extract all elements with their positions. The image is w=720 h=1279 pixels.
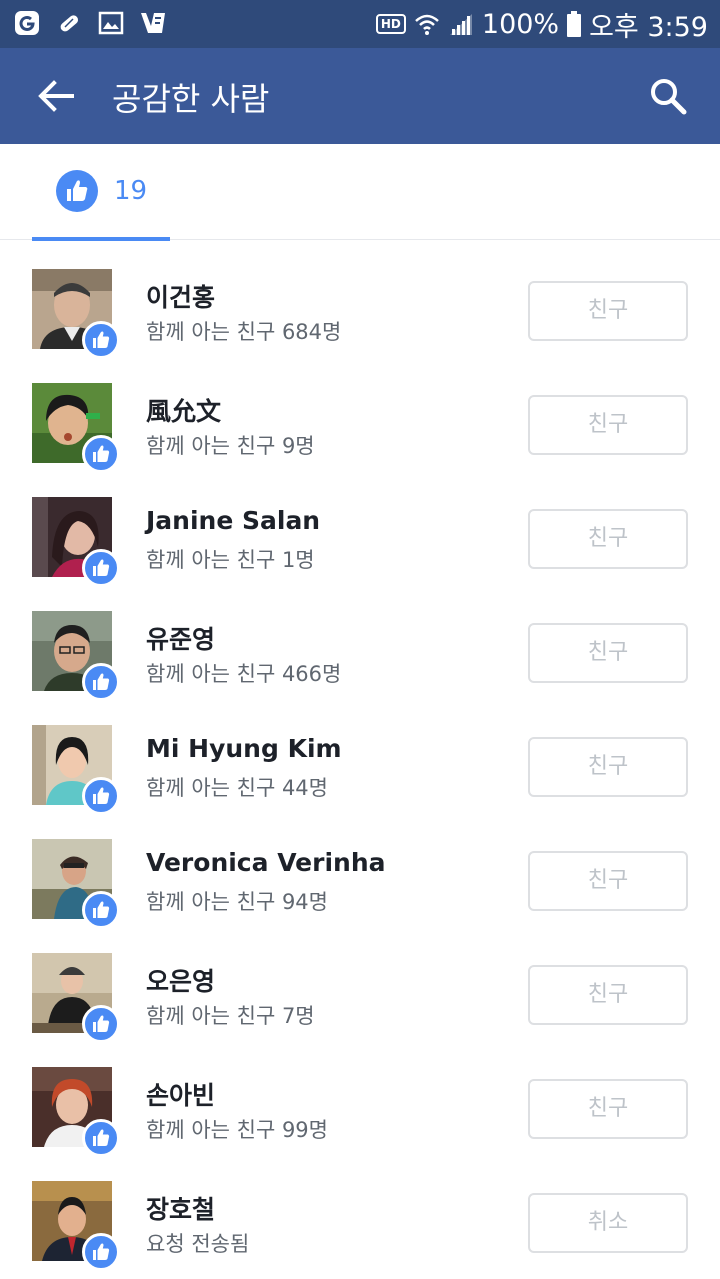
people-list: 이건홍 함께 아는 친구 684명 친구 風允文 함께 아는 친구 9명 친구 … bbox=[0, 240, 720, 1271]
person-name[interactable]: 風允文 bbox=[146, 392, 221, 428]
mutual-friends: 함께 아는 친구 44명 bbox=[146, 776, 328, 800]
status-bar: HD 100% 오후 3:59 bbox=[0, 0, 720, 48]
list-item[interactable]: Mi Hyung Kim 함께 아는 친구 44명 친구 bbox=[0, 696, 720, 815]
search-button[interactable] bbox=[644, 72, 692, 120]
mutual-friends: 함께 아는 친구 7명 bbox=[146, 1004, 315, 1028]
friend-button[interactable]: 친구 bbox=[528, 1079, 688, 1139]
status-bar-notifications bbox=[14, 10, 166, 36]
mutual-friends: 함께 아는 친구 99명 bbox=[146, 1118, 328, 1142]
back-button[interactable] bbox=[32, 72, 80, 120]
like-count: 19 bbox=[114, 176, 148, 206]
person-name[interactable]: Mi Hyung Kim bbox=[146, 734, 342, 763]
mutual-friends: 함께 아는 친구 684명 bbox=[146, 320, 342, 344]
like-icon bbox=[56, 170, 98, 212]
list-item[interactable]: Janine Salan 함께 아는 친구 1명 친구 bbox=[0, 468, 720, 587]
friend-button[interactable]: 친구 bbox=[528, 737, 688, 797]
mutual-friends: 함께 아는 친구 466명 bbox=[146, 662, 342, 686]
list-item[interactable]: 손아빈 함께 아는 친구 99명 친구 bbox=[0, 1038, 720, 1157]
app-bar: 공감한 사람 bbox=[0, 48, 720, 144]
mutual-friends: 함께 아는 친구 1명 bbox=[146, 548, 315, 572]
list-item[interactable]: 오은영 함께 아는 친구 7명 친구 bbox=[0, 924, 720, 1043]
friend-button[interactable]: 친구 bbox=[528, 395, 688, 455]
person-name[interactable]: Janine Salan bbox=[146, 506, 320, 535]
hd-voice-icon: HD bbox=[375, 14, 406, 34]
page-title: 공감한 사람 bbox=[112, 80, 270, 118]
v3-app-icon bbox=[141, 13, 165, 33]
list-item[interactable]: Veronica Verinha 함께 아는 친구 94명 친구 bbox=[0, 810, 720, 929]
list-item[interactable]: 이건홍 함께 아는 친구 684명 친구 bbox=[0, 240, 720, 359]
like-badge-icon bbox=[82, 1233, 120, 1271]
list-item[interactable]: 장호철 요청 전송됨 취소 bbox=[0, 1152, 720, 1271]
pill-icon bbox=[60, 15, 79, 32]
request-status: 요청 전송됨 bbox=[146, 1232, 250, 1256]
person-name[interactable]: 장호철 bbox=[146, 1190, 215, 1226]
friend-button[interactable]: 친구 bbox=[528, 281, 688, 341]
wifi-icon bbox=[415, 14, 439, 35]
friend-button[interactable]: 친구 bbox=[528, 623, 688, 683]
signal-icon bbox=[449, 14, 472, 35]
search-icon bbox=[651, 79, 687, 115]
list-item[interactable]: 風允文 함께 아는 친구 9명 친구 bbox=[0, 354, 720, 473]
person-name[interactable]: 오은영 bbox=[146, 962, 215, 998]
battery-percent: 100% bbox=[481, 8, 560, 40]
person-name[interactable]: 유준영 bbox=[146, 620, 215, 656]
status-bar-system: HD 100% 오후 3:59 bbox=[375, 6, 708, 43]
g-app-icon bbox=[15, 11, 39, 35]
battery-icon bbox=[567, 11, 582, 37]
clock: 오후 3:59 bbox=[589, 11, 708, 43]
arrow-left-icon bbox=[38, 80, 74, 112]
reaction-tabs: 19 bbox=[0, 144, 720, 241]
list-item[interactable]: 유준영 함께 아는 친구 466명 친구 bbox=[0, 582, 720, 701]
person-name[interactable]: Veronica Verinha bbox=[146, 848, 386, 877]
person-name[interactable]: 손아빈 bbox=[146, 1076, 215, 1112]
friend-button[interactable]: 친구 bbox=[528, 965, 688, 1025]
mutual-friends: 함께 아는 친구 9명 bbox=[146, 434, 315, 458]
friend-button[interactable]: 친구 bbox=[528, 851, 688, 911]
cancel-request-button[interactable]: 취소 bbox=[528, 1193, 688, 1253]
tab-like[interactable]: 19 bbox=[32, 144, 170, 241]
image-icon bbox=[98, 11, 124, 35]
person-name[interactable]: 이건홍 bbox=[146, 278, 215, 314]
mutual-friends: 함께 아는 친구 94명 bbox=[146, 890, 328, 914]
friend-button[interactable]: 친구 bbox=[528, 509, 688, 569]
